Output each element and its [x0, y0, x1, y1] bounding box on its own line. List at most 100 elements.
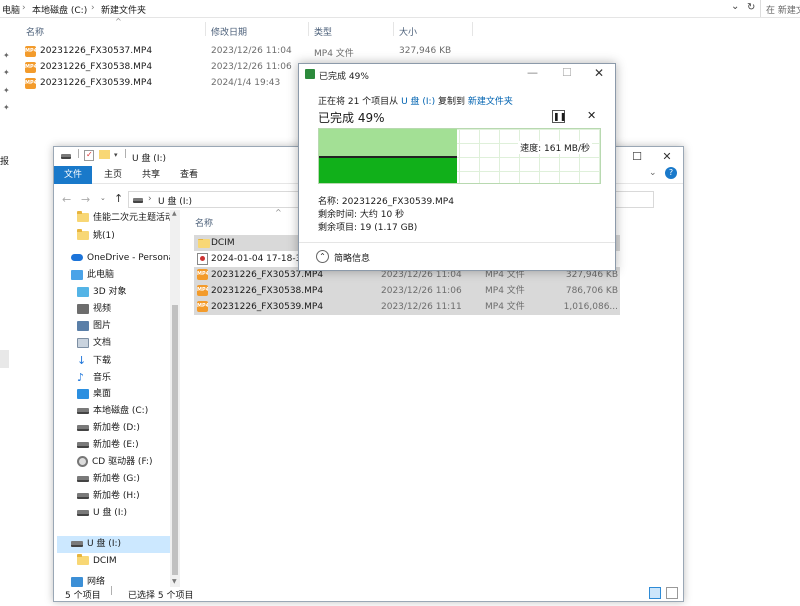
breadcrumb-separator: › — [148, 194, 152, 204]
back-arrow-icon[interactable]: ← — [62, 193, 71, 206]
forward-arrow-icon[interactable]: → — [81, 193, 90, 206]
tab-home[interactable]: 主页 — [94, 166, 132, 184]
toolbar-separator: | — [124, 149, 128, 159]
tab-view[interactable]: 查看 — [170, 166, 208, 184]
scroll-down-icon[interactable]: ▼ — [172, 578, 177, 585]
up-arrow-icon[interactable]: ↑ — [114, 192, 123, 205]
properties-icon[interactable]: ✓ — [84, 150, 94, 161]
pause-icon[interactable]: ❚❚ — [552, 110, 566, 123]
pin-icon[interactable]: ✦ — [3, 103, 10, 112]
breadcrumb-new-folder[interactable]: 新建文件夹 — [101, 3, 146, 16]
drive-icon — [77, 509, 89, 516]
scroll-fragment — [0, 350, 9, 368]
search-box[interactable]: 在 新建文件夹 — [760, 0, 800, 17]
sidebar-item-desktop[interactable]: 桌面 — [57, 386, 170, 403]
sidebar-item-usb-i[interactable]: U 盘 (I:) — [57, 505, 170, 522]
sidebar-item-drive-d[interactable]: 新加卷 (D:) — [57, 420, 170, 437]
column-separator[interactable] — [308, 22, 309, 36]
details-view-icon[interactable] — [649, 587, 661, 599]
folder-icon — [77, 229, 89, 240]
refresh-icon[interactable]: ↻ — [747, 2, 755, 13]
help-icon[interactable]: ? — [665, 167, 677, 179]
navigation-scrollbar[interactable]: ▲ ▼ — [170, 210, 180, 587]
network-icon — [71, 576, 83, 587]
progress-description: 正在将 21 个项目从 U 盘 (I:) 复制到 新建文件夹 — [318, 94, 513, 107]
list-item[interactable]: MP4 20231226_FX30539.MP4 2024/1/4 19:43 — [25, 76, 305, 92]
copy-progress-dialog: 已完成 49% — ☐ ✕ 正在将 21 个项目从 U 盘 (I:) 复制到 新… — [298, 63, 616, 271]
progress-headline: 已完成 49% — [318, 111, 385, 125]
sidebar-item-dcim[interactable]: DCIM — [57, 553, 170, 570]
sidebar-item-onedrive[interactable]: OneDrive - Persona — [57, 250, 170, 267]
cancel-icon[interactable]: ✕ — [587, 109, 596, 122]
column-separator[interactable] — [205, 22, 206, 36]
maximize-icon: ☐ — [562, 66, 572, 79]
col-type[interactable]: 类型 — [314, 25, 332, 38]
sidebar-item-documents[interactable]: 文档 — [57, 335, 170, 352]
expand-ribbon-icon[interactable]: ⌄ — [649, 168, 657, 178]
scroll-up-icon[interactable]: ▲ — [172, 210, 177, 217]
customize-toolbar-icon[interactable]: ▾ — [114, 151, 118, 159]
col-name[interactable]: 名称 — [195, 216, 213, 229]
large-icons-view-icon[interactable] — [666, 587, 678, 599]
close-icon[interactable]: ✕ — [594, 66, 604, 80]
list-item[interactable]: MP4 20231226_FX30538.MP4 2023/12/26 11:0… — [25, 60, 305, 76]
window-title: U 盘 (I:) — [132, 154, 167, 164]
new-folder-icon[interactable] — [99, 150, 110, 159]
documents-icon — [77, 337, 89, 348]
file-type: MP4 文件 — [485, 302, 525, 312]
scrollbar-thumb[interactable] — [172, 305, 178, 575]
sidebar-item-this-pc[interactable]: 此电脑 — [57, 267, 170, 284]
less-details-button[interactable]: 简略信息 — [334, 251, 370, 264]
back-column-headers: 名称 修改日期 类型 大小 — [0, 20, 800, 38]
folder-icon — [77, 211, 89, 222]
sidebar-item-3d-objects[interactable]: 3D 对象 — [57, 284, 170, 301]
drive-icon — [77, 441, 89, 448]
sidebar-item-drive-c[interactable]: 本地磁盘 (C:) — [57, 403, 170, 420]
sidebar-item-videos[interactable]: 视频 — [57, 301, 170, 318]
chevron-down-icon[interactable]: ⌄ — [731, 1, 739, 12]
breadcrumb-pc[interactable]: 电脑 — [2, 3, 20, 16]
progress-fill — [319, 156, 457, 183]
sidebar-item-drive-e[interactable]: 新加卷 (E:) — [57, 437, 170, 454]
sidebar-item-yao-folder[interactable]: 姚(1) — [57, 228, 170, 245]
chevron-up-icon[interactable]: ⌃ — [316, 250, 329, 263]
tab-share[interactable]: 共享 — [132, 166, 170, 184]
sidebar-item-downloads[interactable]: ↓ 下载 — [57, 352, 170, 369]
column-separator[interactable] — [472, 22, 473, 36]
mp4-file-icon: MP4 — [197, 269, 208, 280]
tab-file[interactable]: 文件 — [54, 166, 93, 184]
col-date[interactable]: 修改日期 — [211, 25, 247, 38]
sidebar-item-pictures[interactable]: 图片 — [57, 318, 170, 335]
download-icon: ↓ — [77, 354, 87, 367]
breadcrumb-c-drive[interactable]: 本地磁盘 (C:) — [32, 3, 87, 16]
list-item[interactable]: MP4 20231226_FX30537.MP4 2023/12/26 11:0… — [25, 44, 305, 60]
sidebar-item-drive-h[interactable]: 新加卷 (H:) — [57, 488, 170, 505]
minimize-icon[interactable]: — — [527, 66, 538, 79]
sidebar-item-canon-folder[interactable]: 佳能二次元主题活动 — [57, 210, 170, 227]
destination-link[interactable]: 新建文件夹 — [468, 97, 513, 107]
column-separator[interactable] — [393, 22, 394, 36]
mp4-file-icon: MP4 — [25, 62, 37, 73]
sidebar-item-usb-i-selected[interactable]: U 盘 (I:) — [57, 536, 170, 553]
drive-icon — [77, 424, 89, 431]
recent-locations-icon[interactable]: ⌄ — [100, 194, 106, 202]
col-size[interactable]: 大小 — [399, 25, 417, 38]
sort-up-icon: ^ — [275, 208, 282, 217]
col-name[interactable]: 名称 — [26, 25, 44, 38]
sidebar-item-drive-g[interactable]: 新加卷 (G:) — [57, 471, 170, 488]
table-row[interactable]: MP4 20231226_FX30538.MP4 2023/12/26 11:0… — [194, 283, 620, 299]
drive-icon — [133, 198, 143, 203]
cloud-icon — [71, 254, 83, 261]
progress-label-mid: 复制到 — [437, 97, 465, 107]
sidebar-item-cd-f[interactable]: CD 驱动器 (F:) — [57, 454, 170, 471]
close-icon[interactable]: ✕ — [652, 147, 682, 166]
maximize-icon[interactable]: ☐ — [622, 147, 652, 166]
table-row[interactable]: MP4 20231226_FX30539.MP4 2023/12/26 11:1… — [194, 299, 620, 315]
back-window-addressbar: 电脑 › 本地磁盘 (C:) › 新建文件夹 ⌄ ↻ 在 新建文件夹 — [0, 0, 800, 18]
dialog-title: 已完成 49% — [319, 72, 369, 82]
sidebar-item-music[interactable]: ♪ 音乐 — [57, 369, 170, 386]
breadcrumb-usb[interactable]: U 盘 (I:) — [158, 194, 192, 207]
dialog-titlebar[interactable]: 已完成 49% — ☐ ✕ — [299, 64, 615, 86]
source-link[interactable]: U 盘 (I:) — [401, 97, 435, 107]
status-bar: 5 个项目 | 已选择 5 个项目 — [54, 586, 683, 601]
